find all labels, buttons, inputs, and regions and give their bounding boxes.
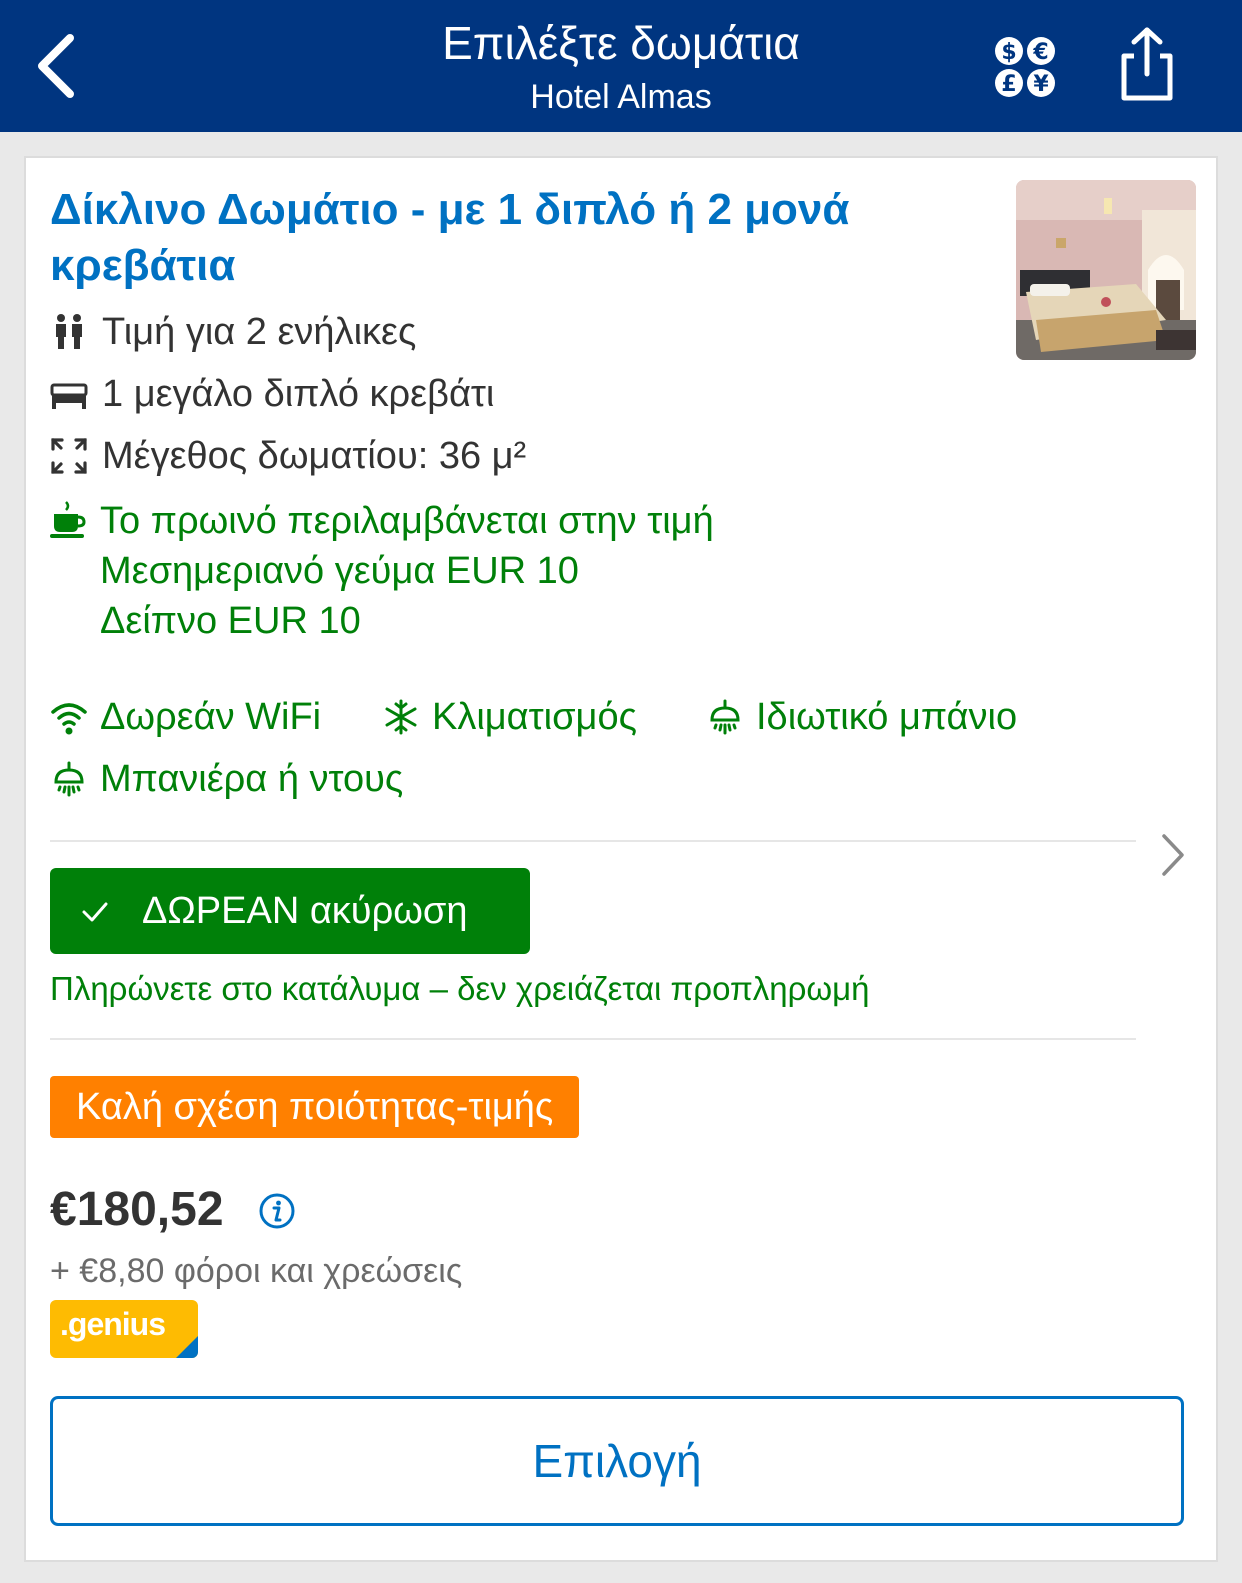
room-title[interactable]: Δίκλινο Δωμάτιο - με 1 διπλό ή 2 μονά κρ…	[50, 182, 850, 294]
info-icon[interactable]	[258, 1192, 296, 1230]
snowflake-icon	[385, 699, 417, 735]
price-amount: €180,52	[50, 1183, 224, 1236]
svg-text:£: £	[1001, 72, 1016, 97]
room-card[interactable]: Δίκλινο Δωμάτιο - με 1 διπλό ή 2 μονά κρ…	[24, 156, 1218, 1562]
top-bar: Επιλέξτε δωμάτια Hotel Almas $ € £ ¥	[0, 0, 1242, 132]
size-row: Μέγεθος δωματίου: 36 μ²	[50, 430, 526, 482]
value-for-money-badge: Καλή σχέση ποιότητας-τιμής	[50, 1076, 580, 1138]
divider	[50, 1038, 1136, 1040]
wifi-icon	[51, 703, 87, 735]
share-button[interactable]	[1116, 26, 1178, 102]
coffee-cup-icon	[50, 501, 86, 538]
genius-badge: .genius	[50, 1300, 198, 1358]
shower-icon	[54, 761, 84, 797]
svg-text:€: €	[1032, 40, 1048, 65]
currency-icon: $ € £ ¥	[995, 37, 1055, 97]
divider	[50, 840, 1136, 842]
genius-corner	[176, 1336, 198, 1358]
size-text: Μέγεθος δωματίου: 36 μ²	[102, 434, 527, 477]
guests-icon	[56, 314, 82, 349]
chevron-right-icon[interactable]	[1158, 832, 1188, 878]
currency-button[interactable]: $ € £ ¥	[994, 36, 1058, 98]
meal-line-lunch: Μεσημεριανό γεύμα EUR 10	[100, 550, 579, 592]
select-button[interactable]: Επιλογή	[50, 1396, 1184, 1526]
room-photo[interactable]	[1016, 180, 1196, 360]
free-cancellation-label: ΔΩΡΕΑΝ ακύρωση	[142, 889, 468, 932]
facility-aircon: Κλιματισμός	[382, 692, 637, 742]
occupancy-text: Τιμή για 2 ενήλικες	[102, 310, 417, 353]
taxes-and-fees: + €8,80 φόροι και χρεώσεις	[50, 1252, 463, 1290]
expand-icon	[51, 438, 87, 474]
facility-label: Δωρεάν WiFi	[100, 695, 322, 738]
genius-label: .genius	[60, 1306, 166, 1342]
free-cancellation-badge: ΔΩΡΕΑΝ ακύρωση	[50, 868, 530, 954]
svg-text:$: $	[1001, 40, 1016, 65]
facility-label: Κλιματισμός	[432, 695, 637, 738]
occupancy-row: Τιμή για 2 ενήλικες	[50, 306, 416, 358]
bed-icon	[50, 383, 88, 409]
meal-line-dinner: Δείπνο EUR 10	[100, 600, 361, 642]
facility-wifi: Δωρεάν WiFi	[50, 692, 321, 742]
shower-icon	[710, 699, 740, 735]
facility-private-bathroom: Ιδιωτικό μπάνιο	[706, 692, 1017, 742]
bed-text: 1 μεγάλο διπλό κρεβάτι	[102, 372, 495, 415]
payment-note: Πληρώνετε στο κατάλυμα – δεν χρειάζεται …	[50, 970, 870, 1007]
meal-line-breakfast: Το πρωινό περιλαμβάνεται στην τιμή	[100, 500, 714, 542]
facility-label: Μπανιέρα ή ντους	[100, 757, 404, 800]
facility-bath-or-shower: Μπανιέρα ή ντους	[50, 754, 403, 804]
share-icon	[1121, 27, 1173, 101]
bed-row: 1 μεγάλο διπλό κρεβάτι	[50, 368, 494, 420]
checkmark-icon	[82, 902, 108, 922]
svg-text:¥: ¥	[1033, 72, 1049, 97]
facility-label: Ιδιωτικό μπάνιο	[756, 695, 1018, 738]
